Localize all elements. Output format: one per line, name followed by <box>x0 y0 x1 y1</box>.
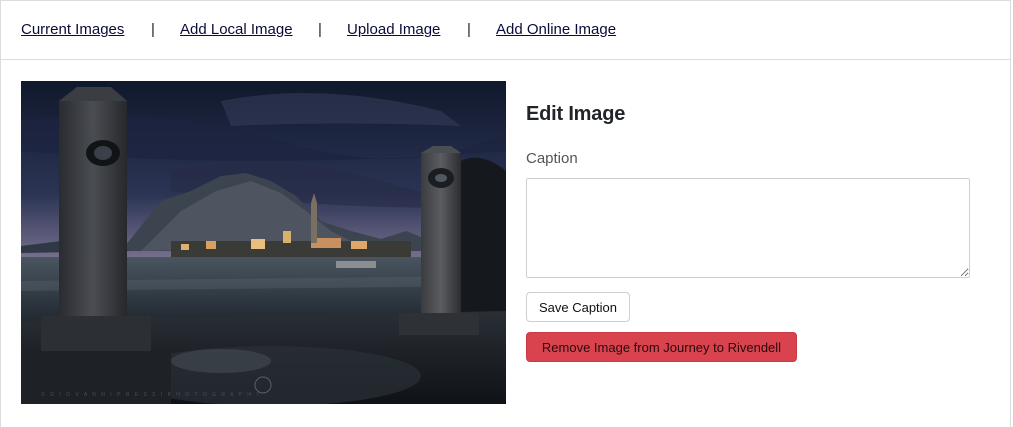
caption-textarea[interactable] <box>526 178 970 278</box>
nav-add-online-image-link[interactable]: Add Online Image <box>496 21 616 38</box>
nav-separator: | <box>467 21 471 38</box>
nav-current-images-link[interactable]: Current Images <box>21 21 124 38</box>
nav-separator: | <box>151 21 155 38</box>
edit-image-heading: Edit Image <box>526 103 626 125</box>
save-caption-button[interactable]: Save Caption <box>526 292 630 322</box>
journey-photo: © G I O V A N N I P R E S S I P H O T O … <box>21 81 506 404</box>
nav-add-local-image-link[interactable]: Add Local Image <box>180 21 293 38</box>
nav-upload-image-link[interactable]: Upload Image <box>347 21 440 38</box>
photo-watermark: © G I O V A N N I P R E S S I P H O T O … <box>41 391 261 398</box>
nav-separator: | <box>318 21 322 38</box>
caption-label: Caption <box>526 150 578 167</box>
remove-image-button[interactable]: Remove Image from Journey to Rivendell <box>526 332 797 362</box>
image-nav: Current Images | Add Local Image | Uploa… <box>0 0 1011 60</box>
